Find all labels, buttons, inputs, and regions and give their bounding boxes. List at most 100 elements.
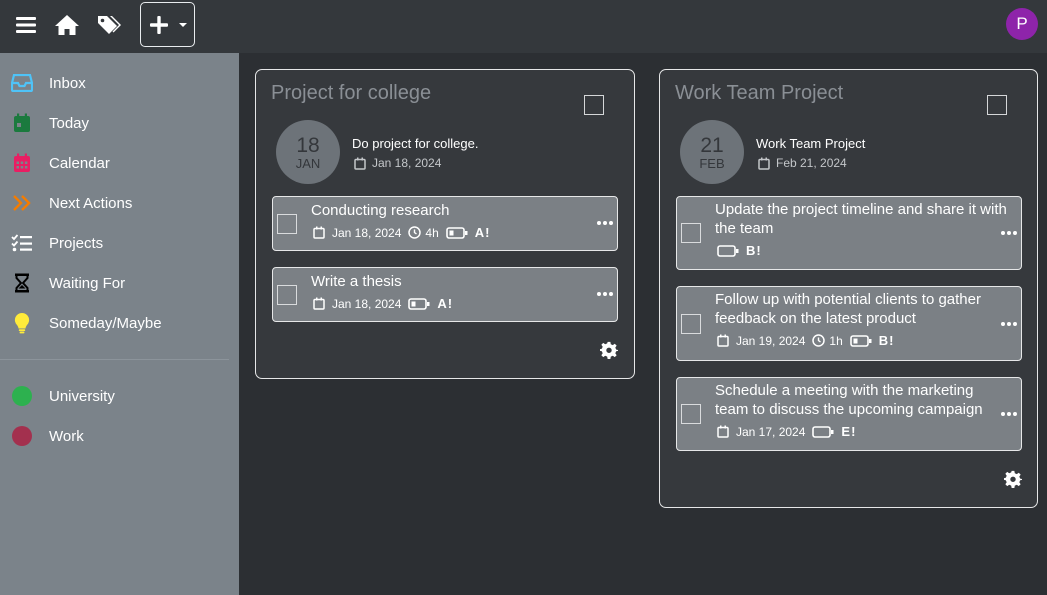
task-item[interactable]: Follow up with potential clients to gath… <box>676 286 1022 361</box>
project-checkbox[interactable] <box>584 95 604 115</box>
task-priority: E! <box>841 424 857 439</box>
task-item[interactable]: Write a thesis Jan 18, 2024 A! <box>272 267 618 322</box>
double-chevron-right-icon <box>11 192 33 214</box>
project-day: 18 <box>296 133 320 157</box>
task-checkbox[interactable] <box>681 314 701 334</box>
project-card: Work Team Project 21 FEB Work Team Proje… <box>659 69 1038 508</box>
sidebar-item-next-actions[interactable]: Next Actions <box>0 183 239 223</box>
task-checkbox[interactable] <box>681 404 701 424</box>
sidebar-item-calendar[interactable]: Calendar <box>0 143 239 183</box>
task-meta: Jan 18, 2024 4h A! <box>313 225 490 240</box>
calendar-icon <box>11 152 33 174</box>
project-title: Project for college <box>271 82 432 104</box>
hamburger-icon[interactable] <box>13 12 39 38</box>
hourglass-icon <box>11 272 33 294</box>
project-description: Work Team Project <box>756 136 866 151</box>
add-button[interactable] <box>140 2 195 47</box>
calendar-icon <box>758 157 770 170</box>
project-date-text: Feb 21, 2024 <box>776 156 847 170</box>
clock-icon <box>408 226 422 239</box>
more-options-icon[interactable] <box>1001 230 1017 236</box>
project-month: JAN <box>295 155 321 171</box>
context-dot <box>11 425 33 447</box>
project-month: FEB <box>699 155 725 171</box>
tags-icon[interactable] <box>96 12 122 38</box>
sidebar-item-today[interactable]: Today <box>0 103 239 143</box>
inbox-icon <box>11 72 33 94</box>
sidebar-item-label: University <box>49 387 115 405</box>
task-title: Conducting research <box>311 202 450 219</box>
battery-icon <box>717 244 739 257</box>
context-dot <box>11 385 33 407</box>
sidebar-item-inbox[interactable]: Inbox <box>0 63 239 103</box>
sidebar-context-university[interactable]: University <box>0 376 239 416</box>
more-options-icon[interactable] <box>1001 321 1017 327</box>
sidebar-item-label: Projects <box>49 234 104 252</box>
battery-icon <box>445 226 468 239</box>
battery-icon <box>812 425 834 438</box>
sidebar-item-label: Work <box>49 427 84 445</box>
task-title: Write a thesis <box>311 273 402 290</box>
sidebar-item-label: Inbox <box>49 74 86 92</box>
calendar-icon <box>354 157 366 170</box>
project-day: 21 <box>700 133 724 157</box>
lightbulb-icon <box>11 312 33 334</box>
plus-icon <box>150 15 168 34</box>
calendar-icon <box>717 334 729 347</box>
task-date: Jan 18, 2024 <box>332 296 402 311</box>
battery-icon <box>408 297 430 310</box>
calendar-day-icon <box>11 112 33 134</box>
gear-icon[interactable] <box>1004 470 1022 488</box>
task-meta: Jan 19, 2024 1h B! <box>717 333 894 348</box>
project-due-date: Jan 18, 2024 <box>354 156 441 170</box>
list-check-icon <box>11 232 33 254</box>
task-item[interactable]: Update the project timeline and share it… <box>676 196 1022 270</box>
sidebar-item-label: Today <box>49 114 90 132</box>
task-meta: B! <box>717 243 762 258</box>
calendar-icon <box>313 226 325 239</box>
task-priority: B! <box>746 243 762 258</box>
sidebar-item-waiting-for[interactable]: Waiting For <box>0 263 239 303</box>
task-date: Jan 19, 2024 <box>736 333 806 348</box>
task-date: Jan 17, 2024 <box>736 424 806 439</box>
task-title: Follow up with potential clients to gath… <box>715 291 981 327</box>
more-options-icon[interactable] <box>597 291 613 297</box>
task-checkbox[interactable] <box>681 223 701 243</box>
task-item[interactable]: Conducting research Jan 18, 2024 4h A! <box>272 196 618 251</box>
sidebar-item-label: Next Actions <box>49 194 133 212</box>
project-checkbox[interactable] <box>987 95 1007 115</box>
more-options-icon[interactable] <box>1001 411 1017 417</box>
task-checkbox[interactable] <box>277 214 297 234</box>
task-item[interactable]: Schedule a meeting with the marketing te… <box>676 377 1022 451</box>
sidebar-item-label: Someday/Maybe <box>49 314 162 332</box>
calendar-icon <box>717 425 729 438</box>
sidebar-item-someday-maybe[interactable]: Someday/Maybe <box>0 303 239 343</box>
project-date-text: Jan 18, 2024 <box>372 156 442 170</box>
project-card: Project for college 18 JAN Do project fo… <box>255 69 635 379</box>
chevron-down-icon <box>179 23 187 27</box>
task-priority: B! <box>878 333 895 348</box>
sidebar: Inbox Today Calendar Next Actions Projec… <box>0 53 239 595</box>
task-priority: A! <box>437 296 454 311</box>
project-date-badge: 18 JAN <box>276 120 340 184</box>
home-icon[interactable] <box>54 12 80 38</box>
clock-icon <box>812 334 826 347</box>
task-meta: Jan 18, 2024 A! <box>313 296 453 311</box>
task-meta: Jan 17, 2024 E! <box>717 424 856 439</box>
more-options-icon[interactable] <box>597 220 613 226</box>
task-title: Update the project timeline and share it… <box>715 201 1007 237</box>
sidebar-context-work[interactable]: Work <box>0 416 239 456</box>
calendar-icon <box>313 297 325 310</box>
sidebar-item-projects[interactable]: Projects <box>0 223 239 263</box>
task-priority: A! <box>474 225 491 240</box>
task-date: Jan 18, 2024 <box>332 225 402 240</box>
gear-icon[interactable] <box>600 341 618 359</box>
task-duration: 1h <box>829 333 843 348</box>
project-description: Do project for college. <box>352 136 479 151</box>
sidebar-item-label: Calendar <box>49 154 110 172</box>
avatar[interactable]: P <box>1006 8 1038 40</box>
project-due-date: Feb 21, 2024 <box>758 156 847 170</box>
top-bar: P <box>0 0 1047 53</box>
task-checkbox[interactable] <box>277 285 297 305</box>
project-title: Work Team Project <box>675 82 844 104</box>
